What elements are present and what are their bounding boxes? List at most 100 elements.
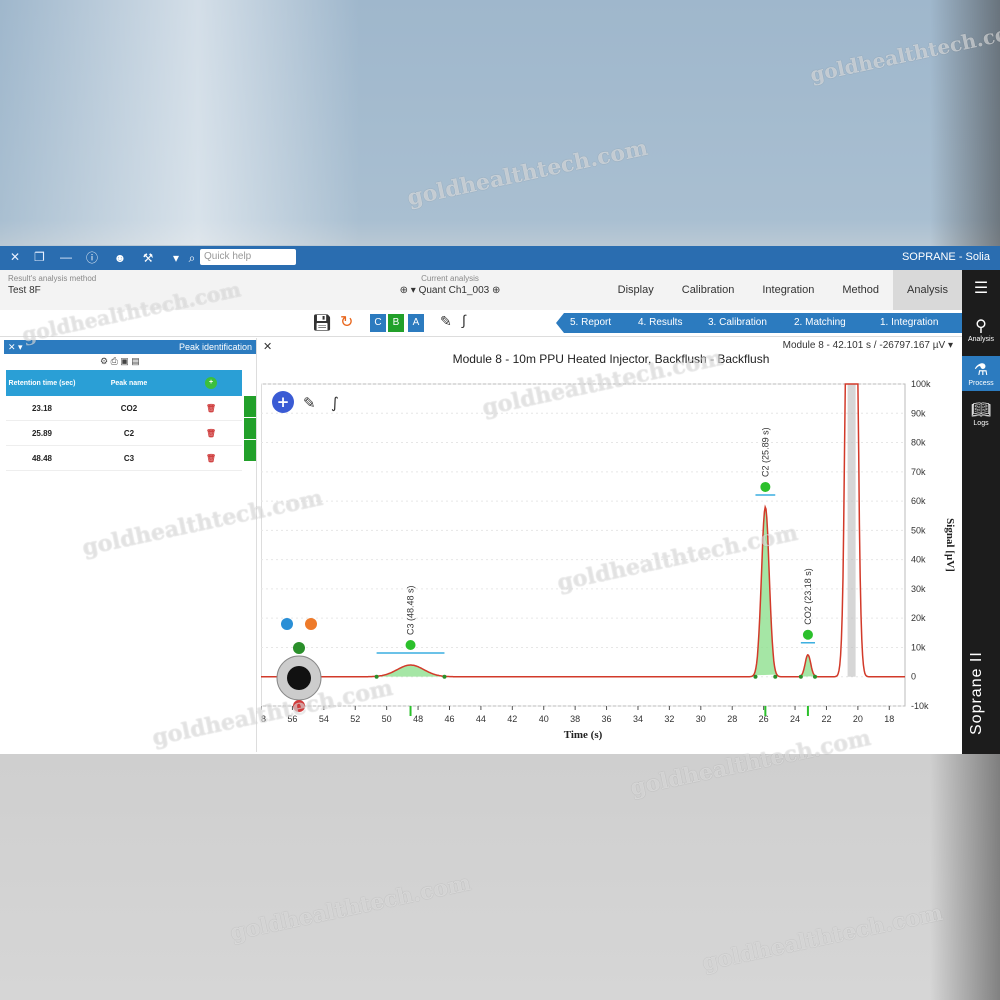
export-icons[interactable]: ⚙ ⎙ ▣ ▤ [100,356,140,367]
x-axis-label: Time (s) [564,729,603,741]
current-analysis-info: Current analysis ⊕ ▾ Quant Ch1_003 ⊕ [380,274,520,296]
chart-title: Module 8 - 10m PPU Heated Injector, Back… [452,352,770,366]
watermark: goldhealthtech.com [699,899,946,977]
user-icon[interactable]: ☻ [112,250,128,266]
y-axis-label: Signal [µV] [944,518,956,572]
peak-label: CO2 (23.18 s) [803,568,813,625]
undo-button[interactable] [281,618,293,630]
peak-end-point [773,674,778,679]
y-tick-label: 70k [911,467,926,477]
x-tick-label: 36 [602,714,612,724]
tab-method[interactable]: Method [828,270,893,310]
peak-table: Retention time (sec) Peak name + 23.18 C… [6,370,242,471]
search-icon[interactable]: ⌕ [184,250,200,266]
peak-status-bar [244,396,256,417]
quick-help-search-input[interactable]: Quick help [200,249,296,265]
step-integration[interactable]: 1. Integration [866,313,966,333]
delete-icon[interactable]: 🗑︎ [180,396,242,421]
x-tick-label: 32 [664,714,674,724]
table-row[interactable]: 48.48 C3 🗑︎ [6,445,242,471]
tab-display[interactable]: Display [604,270,668,310]
zoom-in-nav-button[interactable] [293,642,305,654]
step-matching[interactable]: 2. Matching [780,313,874,333]
application-window: ✕ ❐ — ⓘ ☻ ⚒ ▾ ⌕ Quick help SOPRANE - Sol… [0,246,1000,754]
navigation-center[interactable] [287,666,311,690]
app-title: SOPRANE - Solia [901,251,990,263]
x-tick-label: 26 [759,714,769,724]
logs-icon: 📖︎ [970,402,992,419]
sidebar-item-logs[interactable]: 📖︎ Logs [962,400,1000,427]
x-tick-label: 22 [821,714,831,724]
minimize-window-icon[interactable]: — [60,250,72,264]
tab-analysis[interactable]: Analysis [893,270,962,310]
process-icon: ⚗ [973,362,989,379]
peak-end-point [812,674,817,679]
redo-button[interactable] [305,618,317,630]
x-tick-label: 44 [476,714,486,724]
save-icon[interactable]: 💾︎ [312,313,332,333]
tab-integration[interactable]: Integration [748,270,828,310]
peak-start-point [798,674,803,679]
peak-label: C3 (48.48 s) [406,585,416,635]
sidebar-item-analysis[interactable]: ⚲ Analysis [962,316,1000,343]
integrate-icon[interactable]: ∫ [462,312,466,328]
peak-marker[interactable] [405,640,416,651]
y-tick-label: 30k [911,584,926,594]
x-tick-label: 30 [696,714,706,724]
table-row[interactable]: 25.89 C2 🗑︎ [6,420,242,446]
cursor-readout: Module 8 - 42.101 s / -26797.167 µV ▾ [782,340,953,351]
magic-wand-icon[interactable]: ✎ [440,313,452,330]
y-tick-label: 50k [911,525,926,535]
add-icon-2[interactable]: ⊕ [492,285,500,296]
col-retention-time: Retention time (sec) [6,370,78,396]
y-tick-label: 20k [911,613,926,623]
x-tick-label: 24 [790,714,800,724]
peak-start-point [753,674,758,679]
y-tick-label: 80k [911,438,926,448]
table-row[interactable]: 23.18 CO2 🗑︎ [6,396,242,421]
col-peak-name: Peak name [78,370,180,396]
panel-close-icon[interactable]: ✕ ▾ [4,342,23,352]
mode-b-button[interactable]: B [388,314,404,332]
tools-icon[interactable]: ⚒ [140,250,156,266]
watermark: goldhealthtech.com [227,869,474,947]
magic-wand-icon[interactable]: ✎ [303,394,316,412]
delete-icon[interactable]: 🗑︎ [180,445,242,471]
x-tick-label: 52 [350,714,360,724]
info-icon[interactable]: ⓘ [84,250,100,266]
peak-label: C2 (25.89 s) [760,427,770,477]
delete-icon[interactable]: 🗑︎ [180,420,242,446]
mode-a-button[interactable]: A [408,314,424,332]
peak-marker[interactable] [760,481,771,492]
x-tick-label: 50 [382,714,392,724]
method-info: Result's analysis method Test 8F [8,274,97,296]
restore-window-icon[interactable]: ❐ [34,250,45,264]
analysis-icon: ⚲ [975,318,987,335]
x-tick-label: 18 [884,714,894,724]
tab-calibration[interactable]: Calibration [668,270,749,310]
hamburger-menu-icon[interactable]: ☰ [962,278,1000,298]
peak-marker[interactable] [802,629,813,640]
x-tick-label: 40 [539,714,549,724]
x-tick-label: 42 [507,714,517,724]
x-tick-label: 46 [444,714,454,724]
x-tick-label: 28 [727,714,737,724]
plus-icon: + [277,393,290,411]
close-window-icon[interactable]: ✕ [10,250,20,264]
current-analysis-select[interactable]: ⊕ ▾ Quant Ch1_003 ⊕ [380,285,520,296]
y-tick-label: 10k [911,642,926,652]
watermark: goldhealthtech.com [404,134,651,212]
sidebar-item-process[interactable]: ⚗ Process [962,356,1000,391]
y-tick-label: -10k [911,701,929,711]
integrate-icon[interactable]: ∫ [331,394,339,412]
background-glare [0,0,360,245]
add-icon[interactable]: ⊕ [400,285,408,296]
refresh-icon[interactable]: ↻ [340,312,353,332]
add-peak-icon[interactable]: + [180,370,242,396]
peak-end-point [442,674,447,679]
dropdown-icon[interactable]: ▾ [168,250,184,266]
peak-status-bar [244,418,256,439]
step-calibration[interactable]: 3. Calibration [694,313,794,333]
y-tick-label: 40k [911,555,926,565]
mode-c-button[interactable]: C [370,314,386,332]
